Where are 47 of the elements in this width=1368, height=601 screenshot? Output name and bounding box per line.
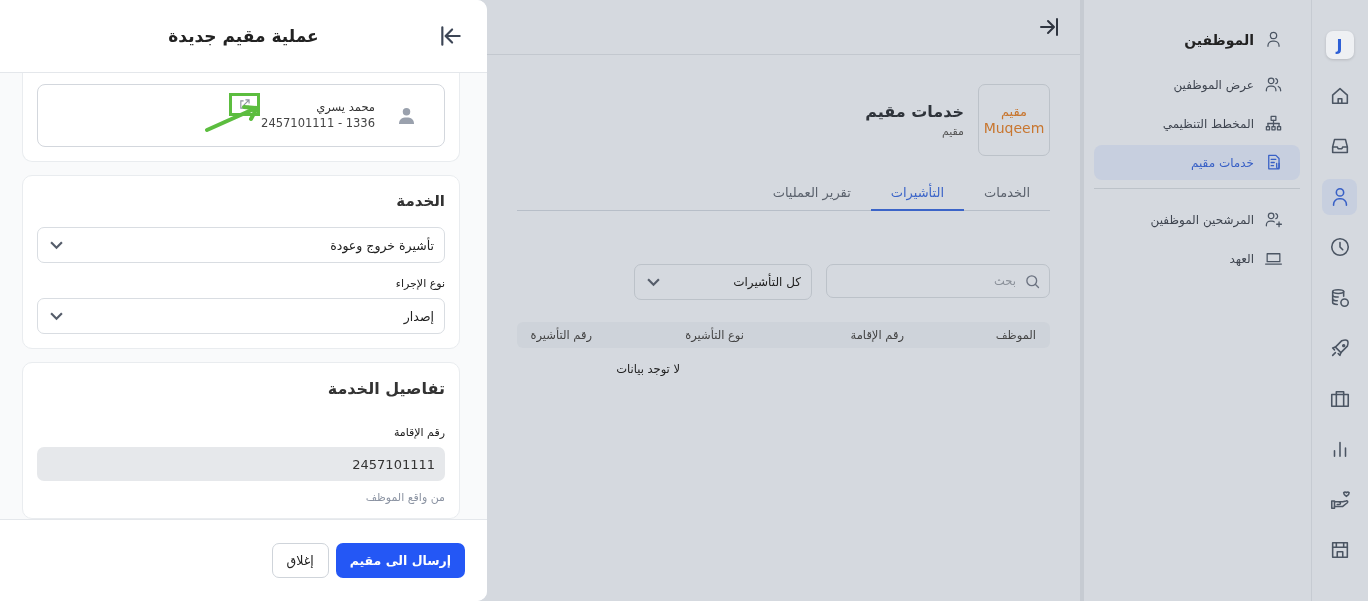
person-icon	[399, 107, 414, 124]
expand-icon[interactable]	[1037, 15, 1061, 39]
rail-button[interactable]	[1322, 178, 1357, 215]
column-header: رقم التأشيرة	[530, 328, 592, 342]
employee-id: 1336 - 2457101111	[261, 115, 375, 131]
section-title: تفاصيل الخدمة	[326, 379, 445, 398]
chevron-icon	[50, 311, 63, 321]
user-plus-icon	[1264, 210, 1283, 229]
field-label: من واقع الموظف	[364, 491, 445, 504]
page-title: خدمات مقيم	[865, 102, 964, 121]
app-logo[interactable]: J	[1325, 31, 1354, 59]
sidebar-item[interactable]: المخطط التنظيمي	[1094, 106, 1300, 141]
column-header: رقم الإقامة	[850, 328, 904, 342]
send-button[interactable]: إرسال الى مقيم	[335, 543, 465, 578]
chevron-icon	[647, 277, 660, 287]
sidebar-item[interactable]: خدمات مقيم	[1094, 145, 1300, 180]
sidebar-item[interactable]: المرشحين الموظفين	[1094, 202, 1300, 237]
service-select[interactable]: تأشيرة خروج وعودة	[37, 227, 445, 263]
visa-filter-select[interactable]: كل التأشيرات	[634, 264, 812, 300]
sidebar-title: الموظفين	[1184, 31, 1254, 48]
search-field[interactable]: بحث	[826, 264, 1050, 298]
tab[interactable]: تقرير العمليات	[752, 179, 871, 211]
search-icon	[1025, 274, 1040, 289]
column-header: الموظف	[995, 328, 1036, 342]
page-subtitle: مقيم	[940, 125, 964, 138]
org-chart-icon	[1264, 114, 1283, 133]
close-button[interactable]: إغلاق	[271, 543, 329, 578]
section-title: الخدمة	[395, 192, 445, 210]
empty-message: لا توجد بيانات	[616, 362, 680, 376]
field-label: رقم الإقامة	[392, 426, 445, 439]
tab[interactable]: التأشيرات	[870, 179, 965, 211]
hand-heart-icon	[1328, 488, 1351, 511]
tab[interactable]: الخدمات	[964, 179, 1050, 211]
chevron-icon	[50, 240, 63, 250]
sidebar-item[interactable]: العهد	[1094, 241, 1300, 276]
sidebar-item[interactable]: عرض الموظفين	[1094, 67, 1300, 102]
collapse-icon[interactable]	[438, 23, 464, 49]
clock-icon	[1328, 236, 1351, 258]
action-select[interactable]: إصدار	[37, 298, 445, 334]
user-icon	[1264, 30, 1283, 49]
field-label: نوع الإجراء	[394, 277, 445, 290]
drawer-title: عملية مقيم جديدة	[168, 26, 319, 46]
column-header: نوع التأشيرة	[685, 328, 744, 342]
employee-name: محمد يسري	[315, 99, 375, 115]
users-icon	[1264, 75, 1283, 94]
external-link-icon[interactable]	[239, 99, 251, 110]
iqama-field[interactable]: 2457101111	[37, 447, 445, 481]
